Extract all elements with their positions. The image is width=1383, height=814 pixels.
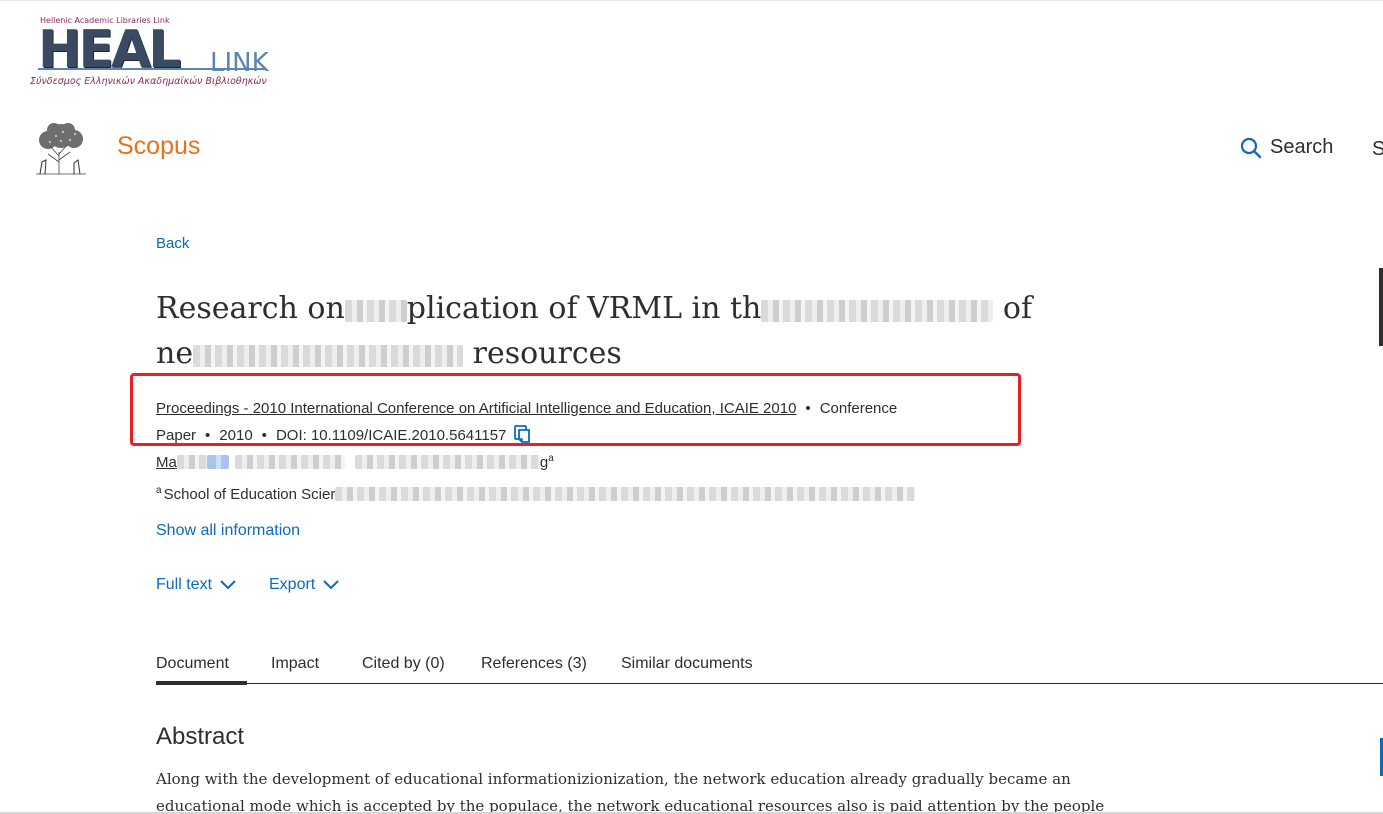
heal-link-logo[interactable]: Hellenic Academic Libraries Link HEAL LI…: [30, 16, 275, 91]
affil-sup: a: [156, 485, 162, 496]
scopus-brand[interactable]: Scopus: [117, 132, 200, 161]
title-part-2: plication of VRML in th: [406, 291, 762, 326]
author-affiliation: a School of Education Scier: [156, 485, 916, 503]
redacted-block: [344, 300, 407, 322]
redacted-block: [354, 455, 540, 469]
author-name[interactable]: Ma: [156, 454, 177, 471]
top-border: [0, 0, 1383, 1]
redacted-block: [206, 455, 229, 469]
tab-impact[interactable]: Impact: [271, 655, 319, 684]
redacted-block: [176, 455, 207, 469]
elsevier-tree-logo[interactable]: [30, 122, 92, 178]
tab-cited-by[interactable]: Cited by (0): [362, 655, 445, 684]
document-title: Research on plication of VRML in th of ne…: [156, 286, 1036, 376]
abstract-heading: Abstract: [156, 723, 245, 750]
title-part-3: of: [1002, 291, 1033, 326]
search-button[interactable]: Search: [1240, 136, 1333, 159]
search-label: Search: [1270, 136, 1334, 158]
author-list: Ma ga: [156, 453, 556, 475]
redacted-block: [193, 345, 464, 367]
title-part-4: ne: [156, 336, 194, 371]
show-all-information-link[interactable]: Show all information: [156, 522, 300, 540]
redacted-block: [234, 455, 345, 469]
heal-logo-link: LINK: [210, 48, 269, 78]
author-affil-sup: a: [548, 453, 554, 464]
chevron-down-icon: [220, 580, 236, 590]
tab-similar-documents[interactable]: Similar documents: [621, 655, 753, 684]
back-link[interactable]: Back: [156, 235, 189, 252]
title-part-5: resources: [472, 336, 622, 371]
tab-references[interactable]: References (3): [481, 655, 587, 684]
page-scrollbar-thumb[interactable]: [1379, 268, 1383, 346]
tab-document[interactable]: Document: [156, 655, 247, 685]
redacted-block: [761, 300, 994, 322]
nav-item-truncated[interactable]: S: [1372, 138, 1383, 161]
document-tabs: Document Impact Cited by (0) References …: [156, 655, 1383, 685]
export-dropdown[interactable]: Export: [269, 576, 339, 594]
full-text-dropdown[interactable]: Full text: [156, 576, 236, 594]
export-label: Export: [269, 576, 316, 593]
redacted-block: [335, 487, 916, 501]
affiliation-text: School of Education Scier: [163, 486, 336, 503]
chevron-down-icon: [323, 580, 339, 590]
full-text-label: Full text: [156, 576, 213, 593]
search-icon: [1240, 137, 1262, 158]
annotation-highlight-box: [130, 373, 1021, 446]
title-part-1: Research on: [156, 291, 345, 326]
author-name[interactable]: g: [540, 454, 548, 471]
heal-logo-subtitle: Σύνδεσμος Ελληνικών Ακαδημαϊκών Βιβλιοθη…: [30, 76, 267, 87]
abstract-text: Along with the development of educationa…: [156, 770, 1105, 814]
